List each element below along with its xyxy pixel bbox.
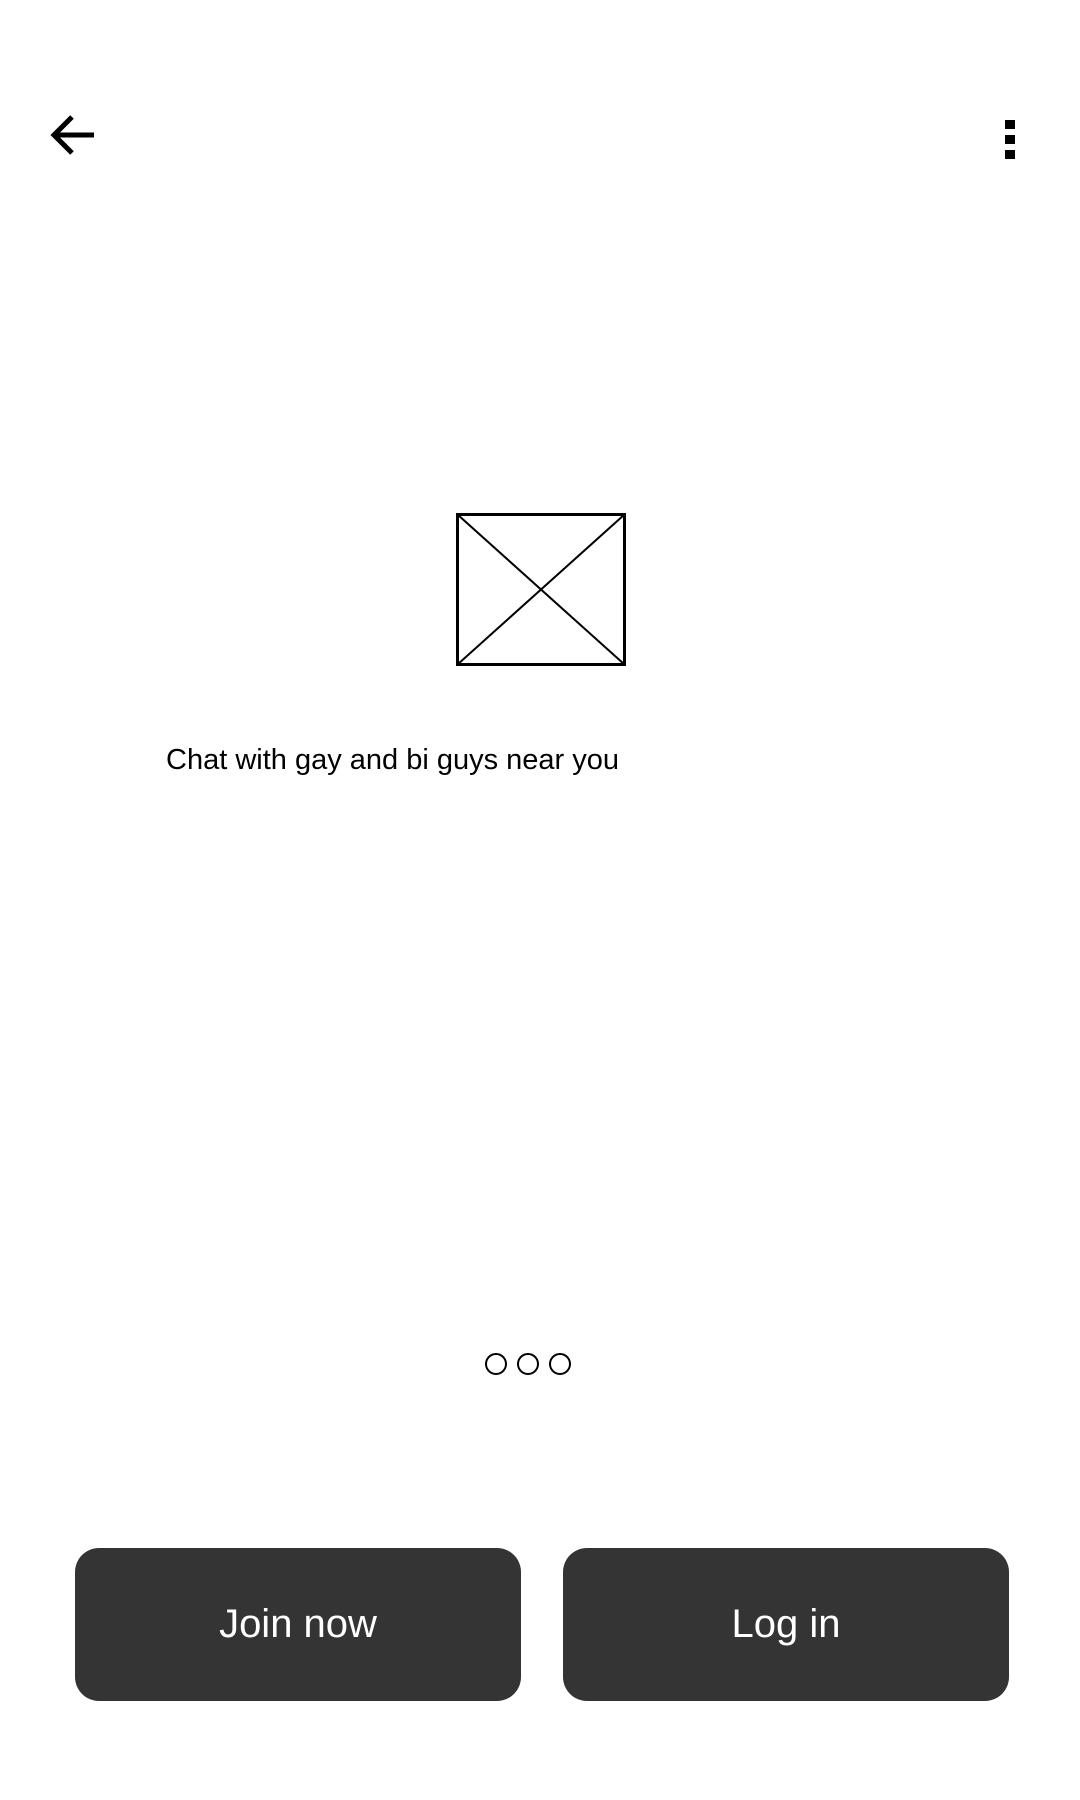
- page-indicator: [485, 1353, 571, 1375]
- page-dot-2[interactable]: [517, 1353, 539, 1375]
- log-in-button[interactable]: Log in: [563, 1548, 1009, 1701]
- page-dot-1[interactable]: [485, 1353, 507, 1375]
- more-vertical-icon: [1005, 120, 1015, 159]
- more-options-button[interactable]: [985, 105, 1035, 175]
- image-placeholder-icon: [456, 513, 626, 666]
- page-dot-3[interactable]: [549, 1353, 571, 1375]
- arrow-left-icon: [50, 115, 94, 155]
- back-button[interactable]: [38, 100, 108, 170]
- tagline-text: Chat with gay and bi guys near you: [166, 744, 619, 776]
- join-now-button[interactable]: Join now: [75, 1548, 521, 1701]
